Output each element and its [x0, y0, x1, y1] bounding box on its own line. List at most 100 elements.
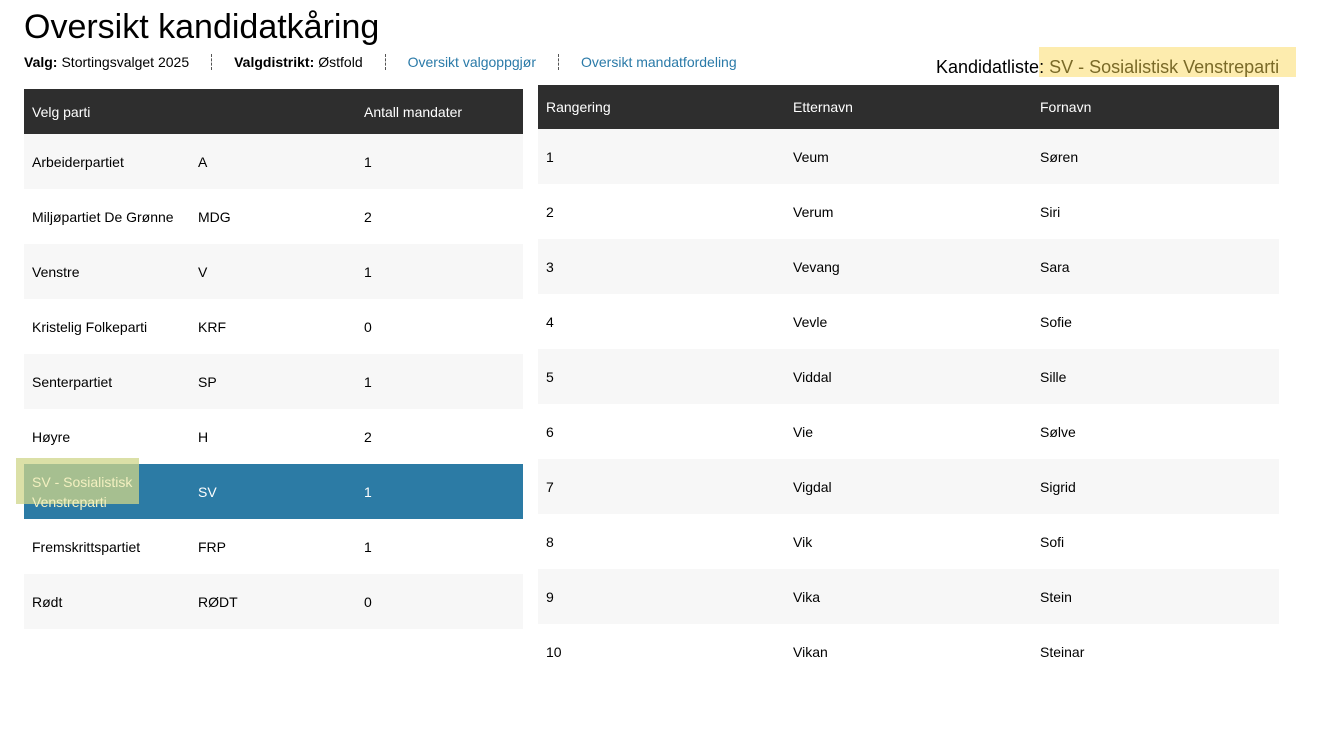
candidate-rank-cell: 7: [538, 459, 785, 514]
party-name-cell: Miljøpartiet De Grønne: [24, 189, 190, 244]
district-info: Valgdistrikt: Østfold: [234, 54, 363, 70]
candidate-rank-cell: 9: [538, 569, 785, 624]
election-meta-bar: Valg: Stortingsvalget 2025 Valgdistrikt:…: [24, 52, 737, 72]
candidate-rank-cell: 5: [538, 349, 785, 404]
candidate-rank-cell: 8: [538, 514, 785, 569]
header-antall-mandater: Antall mandater: [356, 89, 523, 134]
candidate-lastname-cell: Vik: [785, 514, 1032, 569]
party-code-cell: SV: [190, 464, 356, 519]
header-velg-parti: Velg parti: [24, 89, 356, 134]
candidate-lastname-cell: Vika: [785, 569, 1032, 624]
party-row[interactable]: Kristelig Folkeparti KRF 0: [24, 299, 523, 354]
party-mandates-cell: 2: [356, 409, 523, 464]
party-name-line1: SV - Sosialistisk: [32, 473, 133, 490]
candidate-lastname-cell: Viddal: [785, 349, 1032, 404]
candidate-lastname-cell: Vevang: [785, 239, 1032, 294]
candidate-firstname-cell: Søren: [1032, 129, 1279, 184]
election-value: Stortingsvalget 2025: [61, 54, 190, 70]
candidate-lastname-cell: Vie: [785, 404, 1032, 459]
party-row[interactable]: Miljøpartiet De Grønne MDG 2: [24, 189, 523, 244]
candidate-rank-cell: 4: [538, 294, 785, 349]
candidate-row: 1 Veum Søren: [538, 129, 1279, 184]
candidate-lastname-cell: Vigdal: [785, 459, 1032, 514]
candidate-list-party: SV - Sosialistisk Venstreparti: [1049, 57, 1280, 77]
candidate-row: 4 Vevle Sofie: [538, 294, 1279, 349]
separator: [558, 54, 559, 70]
candidate-row: 3 Vevang Sara: [538, 239, 1279, 294]
party-name-cell: Arbeiderpartiet: [24, 134, 190, 189]
header-fornavn: Fornavn: [1032, 85, 1279, 129]
link-oversikt-valgoppgjor[interactable]: Oversikt valgoppgjør: [408, 54, 536, 70]
party-row[interactable]: Venstre V 1: [24, 244, 523, 299]
party-mandates-cell: 1: [356, 244, 523, 299]
candidate-firstname-cell: Sara: [1032, 239, 1279, 294]
party-row[interactable]: Senterpartiet SP 1: [24, 354, 523, 409]
party-name-cell: Kristelig Folkeparti: [24, 299, 190, 354]
party-code-cell: RØDT: [190, 574, 356, 629]
candidate-row: 2 Verum Siri: [538, 184, 1279, 239]
party-code-cell: V: [190, 244, 356, 299]
candidate-rank-cell: 10: [538, 624, 785, 679]
party-row[interactable]: Arbeiderpartiet A 1: [24, 134, 523, 189]
election-info: Valg: Stortingsvalget 2025: [24, 54, 189, 70]
party-code-cell: H: [190, 409, 356, 464]
party-name-cell: Fremskrittspartiet: [24, 519, 190, 574]
candidate-firstname-cell: Steinar: [1032, 624, 1279, 679]
candidate-row: 5 Viddal Sille: [538, 349, 1279, 404]
candidate-row: 9 Vika Stein: [538, 569, 1279, 624]
party-mandates-cell: 0: [356, 574, 523, 629]
link-oversikt-mandatfordeling[interactable]: Oversikt mandatfordeling: [581, 54, 737, 70]
party-row[interactable]: Fremskrittspartiet FRP 1: [24, 519, 523, 574]
candidate-firstname-cell: Sølve: [1032, 404, 1279, 459]
selected-party-name: SV - Sosialistisk Venstreparti: [16, 457, 139, 512]
party-code-cell: FRP: [190, 519, 356, 574]
party-name-cell: Senterpartiet: [24, 354, 190, 409]
candidate-lastname-cell: Verum: [785, 184, 1032, 239]
party-code-cell: SP: [190, 354, 356, 409]
candidate-rank-cell: 3: [538, 239, 785, 294]
candidate-lastname-cell: Vevle: [785, 294, 1032, 349]
party-code-cell: MDG: [190, 189, 356, 244]
candidate-firstname-cell: Stein: [1032, 569, 1279, 624]
party-table-header: Velg parti Antall mandater: [24, 89, 523, 134]
header-etternavn: Etternavn: [785, 85, 1032, 129]
party-row[interactable]: Rødt RØDT 0: [24, 574, 523, 629]
separator: [384, 54, 386, 70]
election-label: Valg:: [24, 54, 58, 70]
candidate-firstname-cell: Sigrid: [1032, 459, 1279, 514]
party-name-line2: Venstreparti: [32, 493, 107, 510]
party-name-cell: SV - Sosialistisk Venstreparti: [16, 457, 190, 519]
party-name-cell: Venstre: [24, 244, 190, 299]
party-mandates-cell: 1: [356, 354, 523, 409]
party-mandates-cell: 1: [356, 464, 523, 519]
separator: [211, 54, 213, 70]
candidate-lastname-cell: Vikan: [785, 624, 1032, 679]
party-row[interactable]: SV - Sosialistisk Venstreparti SV 1: [16, 457, 523, 519]
party-name-cell: Rødt: [24, 574, 190, 629]
party-mandates-cell: 2: [356, 189, 523, 244]
party-table: Velg parti Antall mandater Arbeiderparti…: [16, 89, 523, 629]
party-mandates-cell: 0: [356, 299, 523, 354]
party-row[interactable]: Høyre H 2: [24, 409, 523, 464]
party-code-cell: KRF: [190, 299, 356, 354]
header-rangering: Rangering: [538, 85, 785, 129]
page-title: Oversikt kandidatkåring: [24, 8, 380, 46]
candidate-firstname-cell: Siri: [1032, 184, 1279, 239]
district-label: Valgdistrikt:: [234, 54, 315, 70]
candidate-rank-cell: 6: [538, 404, 785, 459]
candidate-table-header: Rangering Etternavn Fornavn: [538, 85, 1279, 129]
candidate-firstname-cell: Sofie: [1032, 294, 1279, 349]
candidate-rank-cell: 1: [538, 129, 785, 184]
candidate-row: 6 Vie Sølve: [538, 404, 1279, 459]
candidate-rank-cell: 2: [538, 184, 785, 239]
candidate-list-label: Kandidatliste:: [936, 57, 1045, 77]
candidate-lastname-cell: Veum: [785, 129, 1032, 184]
candidate-table: Rangering Etternavn Fornavn 1 Veum Søren 2 V…: [538, 85, 1279, 679]
party-mandates-cell: 1: [356, 519, 523, 574]
candidate-row: 8 Vik Sofi: [538, 514, 1279, 569]
party-code-cell: A: [190, 134, 356, 189]
candidate-list-heading: Kandidatliste: SV - Sosialistisk Venstre…: [936, 57, 1279, 78]
candidate-firstname-cell: Sille: [1032, 349, 1279, 404]
district-value: Østfold: [318, 54, 363, 70]
candidate-row: 10 Vikan Steinar: [538, 624, 1279, 679]
